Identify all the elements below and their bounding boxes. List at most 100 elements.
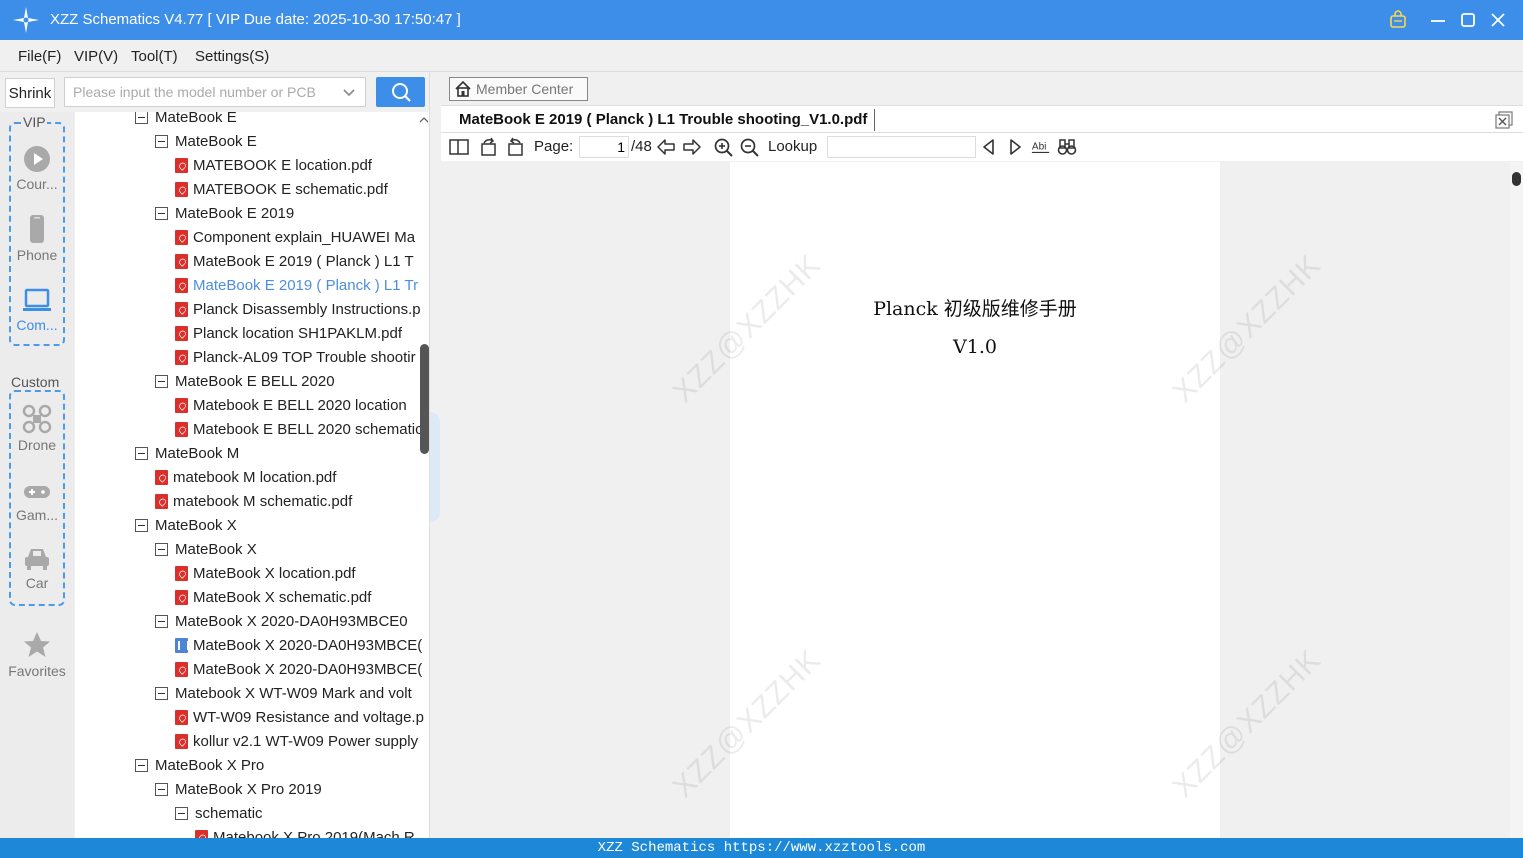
tab-document[interactable]: MateBook E 2019 ( Planck ) L1 Trouble sh… [459, 111, 867, 128]
tree-folder[interactable]: Matebook X WT-W09 Mark and volt [155, 681, 412, 705]
tree-file[interactable]: Matebook E BELL 2020 location [175, 393, 407, 417]
tree-file[interactable]: Matebook E BELL 2020 schematic [175, 417, 423, 441]
close-tab-icon[interactable] [1495, 111, 1513, 129]
tree-file[interactable]: MATEBOOK E schematic.pdf [175, 177, 388, 201]
collapse-toggle-icon[interactable] [135, 112, 148, 124]
tree-file[interactable]: kollur v2.1 WT-W09 Power supply [175, 729, 418, 753]
collapse-toggle-icon[interactable] [155, 206, 168, 220]
tree-file[interactable]: Planck Disassembly Instructions.p [175, 297, 421, 321]
tree-file[interactable]: MateBook X 2020-DA0H93MBCE( [175, 657, 422, 681]
category-car[interactable]: Car [0, 546, 74, 591]
rotate-left-icon[interactable] [479, 137, 499, 157]
tree-file[interactable]: Planck-AL09 TOP Trouble shootir [175, 345, 416, 369]
tree-file[interactable]: Component explain_HUAWEI Ma [175, 225, 415, 249]
zoom-out-icon[interactable] [739, 137, 759, 157]
search-combobox[interactable] [64, 77, 366, 107]
tree-folder[interactable]: schematic [175, 801, 263, 825]
category-course[interactable]: Cour... [0, 145, 74, 192]
pdf-toolbar: Page: /48 Lookup Abi [441, 133, 1523, 161]
collapse-toggle-icon[interactable] [135, 518, 148, 532]
tree-item-label: Component explain_HUAWEI Ma [193, 228, 416, 246]
tree-item-label: Planck-AL09 TOP Trouble shootir [193, 348, 416, 366]
tree-folder[interactable]: MateBook M [135, 441, 239, 465]
menu-vip[interactable]: VIP(V) [74, 48, 118, 65]
page-number-input[interactable] [579, 136, 629, 158]
collapse-toggle-icon[interactable] [135, 446, 148, 460]
binoculars-icon[interactable] [1057, 137, 1077, 157]
collapse-toggle-icon[interactable] [175, 806, 188, 820]
page-label: Page: [534, 138, 574, 155]
collapse-toggle-icon[interactable] [155, 134, 168, 148]
find-next-icon[interactable] [1005, 137, 1025, 157]
next-page-arrow-icon[interactable] [682, 137, 702, 157]
tree-item-label: MateBook E 2019 ( Planck ) L1 T [193, 252, 414, 270]
category-game[interactable]: Gam... [0, 480, 74, 523]
collapse-toggle-icon[interactable] [135, 758, 148, 772]
tree-folder[interactable]: MateBook E BELL 2020 [155, 369, 335, 393]
category-favorites[interactable]: Favorites [0, 630, 74, 679]
category-phone[interactable]: Phone [0, 214, 74, 263]
search-input[interactable] [65, 78, 335, 106]
menu-settings[interactable]: Settings(S) [195, 48, 269, 65]
computer-icon [23, 288, 51, 311]
tree-file[interactable]: MateBook X schematic.pdf [175, 585, 371, 609]
zoom-in-icon[interactable] [713, 137, 733, 157]
collapse-toggle-icon[interactable] [155, 542, 168, 556]
pdf-viewer[interactable]: Planck 初级版维修手册 V1.0 XZZ@XZZHK XZZ@XZZHK … [441, 162, 1523, 838]
chevron-down-icon[interactable] [341, 84, 357, 100]
pdf-page: Planck 初级版维修手册 V1.0 XZZ@XZZHK XZZ@XZZHK … [666, 162, 1327, 838]
category-label: Favorites [8, 663, 66, 679]
tree-file[interactable]: MateBook X 2020-DA0H93MBCE( [175, 633, 422, 657]
tree-file[interactable]: WT-W09 Resistance and voltage.p [175, 705, 424, 729]
status-bar: XZZ Schematics https://www.xzztools.com [0, 838, 1523, 858]
collapse-toggle-icon[interactable] [155, 686, 168, 700]
collapse-toggle-icon[interactable] [155, 374, 168, 388]
document-tabs: MateBook E 2019 ( Planck ) L1 Trouble sh… [441, 105, 1523, 133]
scroll-thumb[interactable] [1512, 172, 1521, 186]
minimize-button[interactable] [1426, 8, 1450, 32]
shrink-button[interactable]: Shrink [5, 78, 55, 108]
tree-folder[interactable]: MateBook E [135, 112, 237, 129]
tree-item-label: MateBook X 2020-DA0H93MBCE0 [175, 612, 408, 630]
tree-file[interactable]: MATEBOOK E location.pdf [175, 153, 372, 177]
model-tree[interactable]: MateBook E MateBook E MATEBOOK E location.… [75, 112, 429, 838]
category-computer[interactable]: Com... [0, 288, 74, 333]
tree-folder[interactable]: MateBook X 2020-DA0H93MBCE0 [155, 609, 408, 633]
maximize-button[interactable] [1456, 8, 1480, 32]
rotate-right-icon[interactable] [505, 137, 525, 157]
prev-page-arrow-icon[interactable] [656, 137, 676, 157]
tree-file[interactable]: MateBook X location.pdf [175, 561, 356, 585]
tree-file[interactable]: matebook M location.pdf [155, 465, 336, 489]
tree-folder[interactable]: MateBook X [155, 537, 257, 561]
lookup-input[interactable] [827, 136, 976, 158]
viewer-scrollbar[interactable] [1510, 162, 1523, 838]
member-center-button[interactable]: Member Center [449, 77, 588, 101]
close-button[interactable] [1486, 8, 1510, 32]
search-button[interactable] [376, 77, 425, 107]
tree-file[interactable]: Matebook X Pro 2019(Mach R [195, 825, 415, 838]
panel-splitter[interactable] [429, 72, 441, 838]
tree-folder[interactable]: MateBook X [135, 513, 237, 537]
search-icon [391, 83, 411, 102]
vip-bag-button[interactable] [1386, 8, 1410, 32]
member-center-label: Member Center [476, 81, 574, 97]
tree-folder[interactable]: MateBook X Pro [135, 753, 264, 777]
find-prev-icon[interactable] [979, 137, 999, 157]
tree-file[interactable]: MateBook E 2019 ( Planck ) L1 Tr [175, 273, 418, 297]
menu-file[interactable]: File(F) [18, 48, 61, 65]
category-drone[interactable]: Drone [0, 404, 74, 453]
menu-tool[interactable]: Tool(T) [131, 48, 178, 65]
collapse-panel-tab[interactable] [430, 412, 440, 522]
collapse-toggle-icon[interactable] [155, 782, 168, 796]
tree-folder[interactable]: MateBook E 2019 [155, 201, 294, 225]
match-case-icon[interactable]: Abi [1031, 137, 1051, 157]
tree-file[interactable]: Planck location SH1PAKLM.pdf [175, 321, 402, 345]
tree-folder[interactable]: MateBook X Pro 2019 [155, 777, 322, 801]
tree-folder[interactable]: MateBook E [155, 129, 257, 153]
tree-file[interactable]: MateBook E 2019 ( Planck ) L1 T [175, 249, 414, 273]
collapse-toggle-icon[interactable] [155, 614, 168, 628]
scroll-thumb[interactable] [420, 344, 429, 454]
tree-file[interactable]: matebook M schematic.pdf [155, 489, 352, 513]
sidebar-toggle-icon[interactable] [449, 137, 469, 157]
pdf-file-icon [175, 733, 188, 749]
